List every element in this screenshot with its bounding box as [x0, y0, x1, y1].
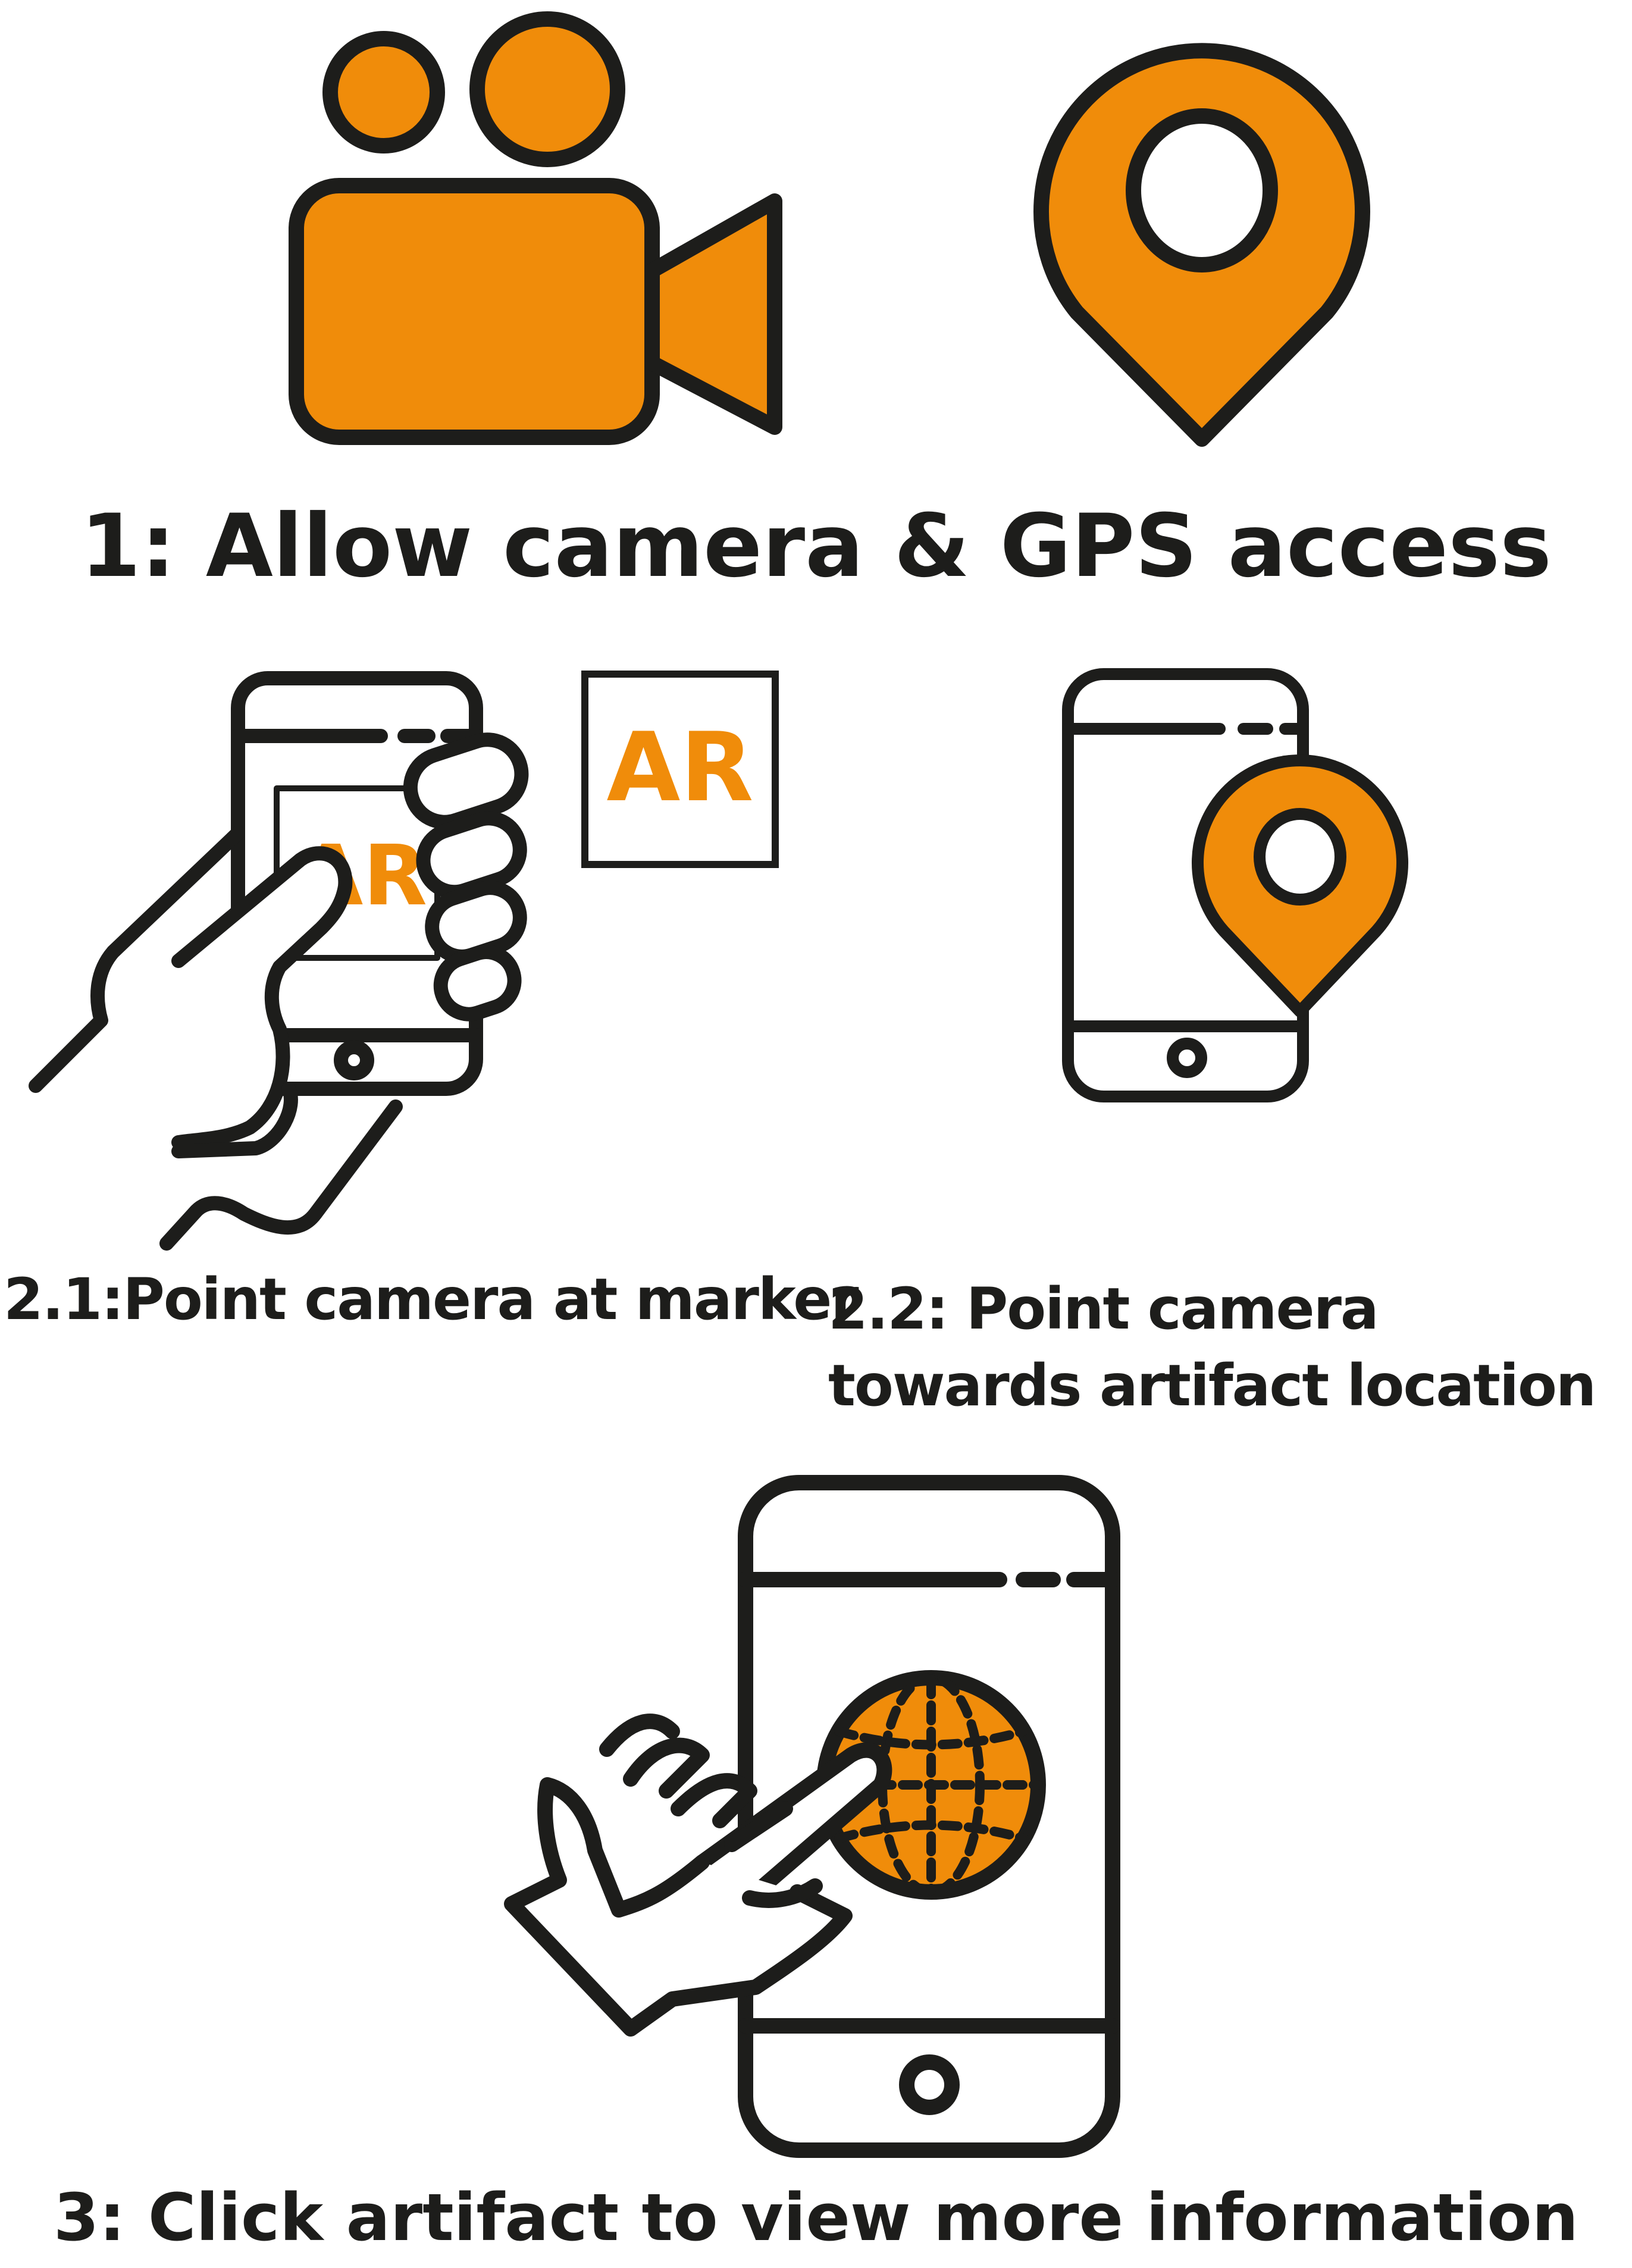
- pin-hole: [1254, 808, 1346, 906]
- camera-lens: [644, 193, 782, 435]
- pin-hole: [1126, 108, 1278, 272]
- location-pin-icon: [1033, 43, 1370, 447]
- step-2-1-label: 2.1:Point camera at marker: [4, 1266, 859, 1333]
- phone-with-location-pin-icon: [1062, 668, 1408, 1102]
- camera-reel-large: [469, 11, 625, 167]
- hand-tapping-phone-icon: [504, 1475, 1120, 2158]
- camera-reel-small: [322, 31, 445, 154]
- marker-text: AR: [606, 712, 753, 823]
- instructions-illustration: AR AR: [29, 11, 1408, 2158]
- hand-holding-phone-icon: AR: [29, 671, 529, 1251]
- camera-body: [289, 178, 660, 445]
- ar-marker-icon: AR: [581, 671, 779, 868]
- step-2-2-label: 2.2: Point camera towards artifact locat…: [828, 1276, 1596, 1419]
- video-camera-icon: [289, 11, 782, 445]
- step-3-label: 3: Click artifact to view more informati…: [54, 2179, 1578, 2256]
- step-1-label: 1: Allow camera & GPS access: [80, 496, 1552, 597]
